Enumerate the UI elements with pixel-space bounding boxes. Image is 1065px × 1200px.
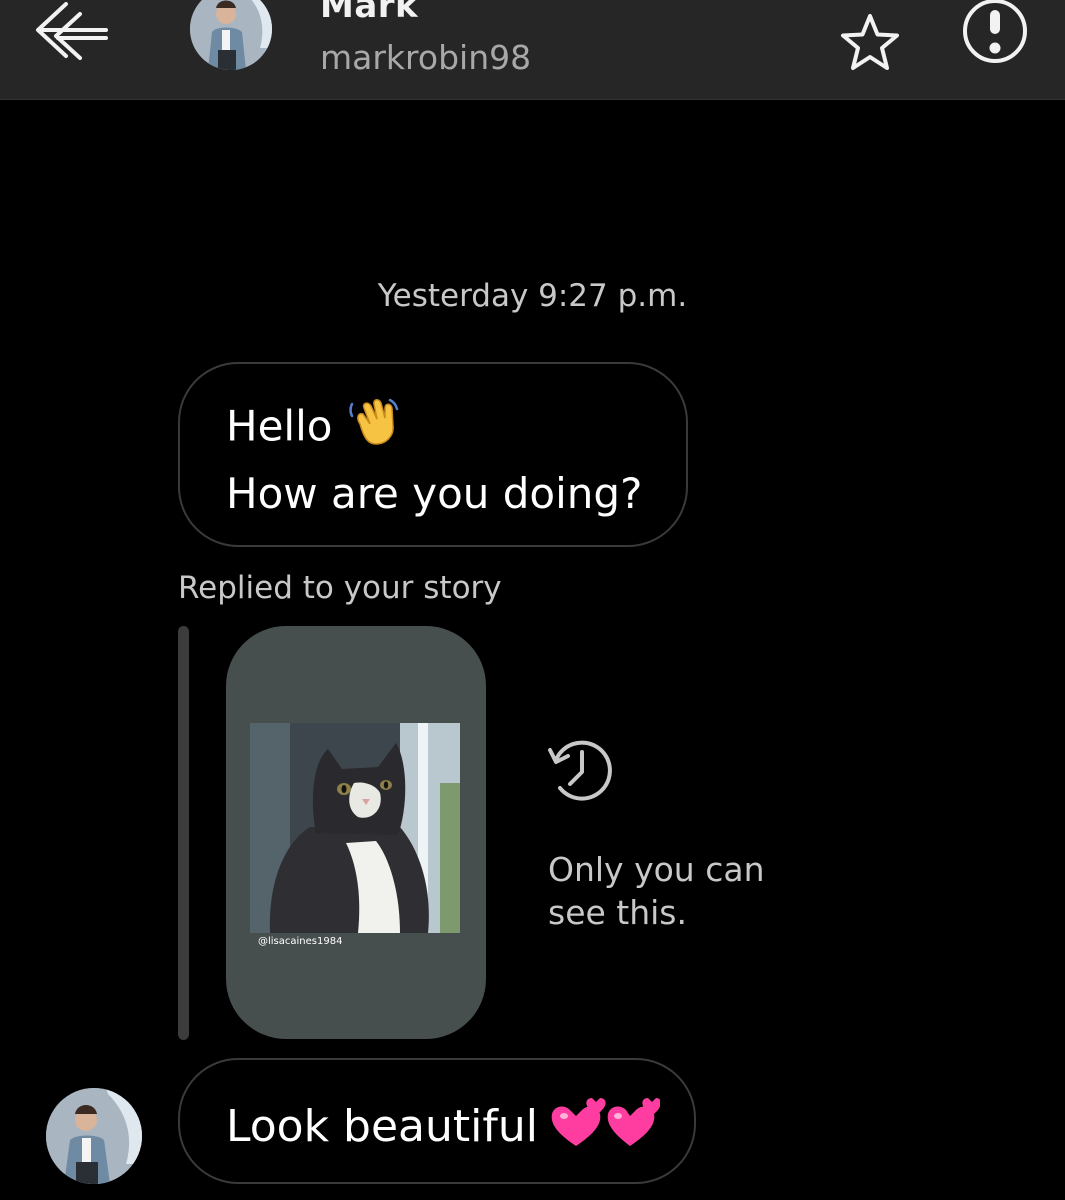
favorite-button[interactable] [838, 10, 902, 74]
chat-header: Mark markrobin98 [0, 0, 1065, 100]
info-button[interactable] [958, 0, 1032, 68]
contact-name: Mark [320, 0, 419, 26]
reply-context-label: Replied to your story [178, 570, 502, 606]
back-button[interactable] [30, 0, 112, 70]
message-bubble[interactable]: Look beautiful [178, 1058, 696, 1184]
story-image [250, 723, 460, 933]
message-text: Look beautiful [226, 1101, 538, 1152]
star-icon [841, 14, 899, 70]
history-icon [548, 740, 612, 801]
message-line: Look beautiful [226, 1094, 694, 1164]
contact-username: markrobin98 [320, 38, 532, 77]
message-line: Hello [226, 394, 686, 464]
story-preview[interactable]: @lisacaines1984 [226, 626, 486, 1039]
privacy-notice: Only you can see this. [548, 850, 765, 932]
story-author-handle: @lisacaines1984 [258, 936, 343, 947]
message-bubble[interactable]: Hello How are you doing? [178, 362, 688, 547]
message-timestamp: Yesterday 9:27 p.m. [377, 278, 688, 314]
back-arrow-icon [36, 2, 108, 60]
sender-avatar[interactable] [46, 1088, 142, 1184]
message-text: Hello [226, 401, 333, 451]
message-text: How are you doing? [226, 469, 643, 518]
reply-indicator-bar [178, 626, 189, 1040]
waving-hand-icon [346, 394, 400, 464]
avatar[interactable] [190, 0, 272, 70]
two-hearts-icon [548, 1094, 661, 1164]
info-icon [963, 0, 1027, 63]
